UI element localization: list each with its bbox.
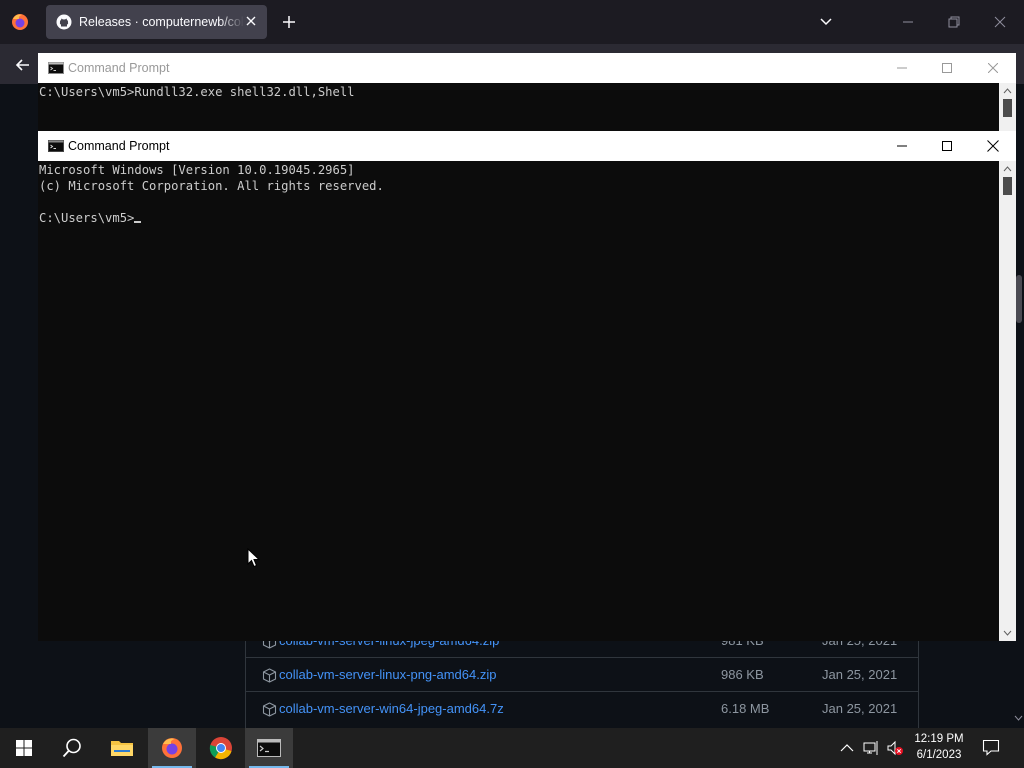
asset-size: 6.18 MB (721, 701, 770, 716)
desktop-screen: Releases · computernewb/collab-vm-server… (0, 0, 1024, 768)
window-titlebar[interactable]: Command Prompt (38, 131, 1016, 161)
tab-title: Releases · computernewb/collab-vm-server (79, 15, 244, 29)
scroll-down-icon[interactable] (1014, 714, 1023, 723)
notification-icon[interactable] (982, 738, 1000, 756)
asset-date: Jan 25, 2021 (822, 667, 898, 682)
search-button[interactable] (48, 728, 96, 768)
asset-row[interactable]: collab-vm-server-linux-png-amd64.zip 986… (246, 657, 918, 691)
chrome-taskbar-button[interactable] (197, 728, 245, 768)
asset-link[interactable]: collab-vm-server-win64-jpeg-amd64.7z (279, 701, 504, 716)
clock-time: 12:19 PM (914, 733, 964, 745)
close-button[interactable] (970, 131, 1015, 161)
window-title: Command Prompt (68, 139, 170, 153)
github-icon (56, 14, 72, 30)
search-icon (62, 738, 81, 758)
console-output[interactable]: Microsoft Windows [Version 10.0.19045.29… (38, 161, 999, 641)
close-window-icon[interactable] (992, 14, 1008, 30)
minimize-button[interactable] (879, 131, 924, 161)
minimize-icon (896, 145, 907, 147)
firefox-taskbar-button[interactable] (148, 728, 196, 768)
package-icon (262, 702, 277, 717)
page-scrollbar-thumb[interactable] (1016, 275, 1022, 323)
firefox-icon[interactable] (10, 12, 30, 32)
command-prompt-icon (257, 739, 281, 757)
minimize-icon (896, 67, 907, 69)
scroll-down-icon[interactable] (1003, 628, 1012, 637)
command-prompt-window-back[interactable]: Command Prompt C:\Users\vm5>Rundll32.exe… (38, 53, 1016, 133)
file-explorer-icon (111, 741, 133, 756)
command-prompt-taskbar-button[interactable] (245, 728, 293, 768)
text-cursor (134, 221, 142, 223)
window-title: Command Prompt (68, 61, 170, 75)
back-arrow-icon[interactable] (14, 56, 32, 74)
start-icon (16, 740, 32, 756)
firefox-icon (162, 738, 182, 758)
file-explorer-button[interactable] (98, 728, 146, 768)
console-output[interactable]: C:\Users\vm5>Rundll32.exe shell32.dll,Sh… (38, 83, 999, 133)
network-icon[interactable] (862, 739, 880, 757)
chevron-up-icon[interactable] (838, 739, 856, 757)
minimize-icon[interactable] (900, 14, 916, 30)
package-icon (262, 668, 277, 683)
tab-releases[interactable]: Releases · computernewb/collab-vm-server (46, 5, 267, 39)
console-prompt: C:\Users\vm5> (39, 211, 135, 225)
start-button[interactable] (0, 728, 48, 768)
mouse-pointer-icon (247, 548, 260, 568)
volume-muted-icon[interactable] (886, 739, 904, 757)
asset-date: Jan 25, 2021 (822, 701, 898, 716)
restore-icon[interactable] (946, 14, 962, 30)
maximize-icon (941, 63, 952, 73)
scrollbar-thumb[interactable] (1003, 99, 1012, 117)
maximize-button[interactable] (924, 131, 969, 161)
console-scrollbar[interactable] (999, 83, 1016, 133)
maximize-icon (941, 141, 952, 151)
close-tab-icon[interactable] (244, 14, 258, 28)
window-titlebar[interactable]: Command Prompt (38, 53, 1016, 83)
console-line: C:\Users\vm5>Rundll32.exe shell32.dll,Sh… (39, 85, 355, 99)
clock-date: 6/1/2023 (916, 749, 962, 761)
scroll-up-icon[interactable] (1003, 165, 1012, 174)
console-line: (c) Microsoft Corporation. All rights re… (39, 179, 384, 193)
list-all-tabs-icon[interactable] (818, 14, 834, 30)
console-scrollbar[interactable] (999, 161, 1016, 641)
scrollbar-thumb[interactable] (1003, 177, 1012, 195)
new-tab-icon[interactable] (280, 13, 298, 31)
command-prompt-icon (48, 140, 64, 152)
close-icon (987, 63, 998, 73)
close-icon (986, 140, 999, 152)
asset-size: 986 KB (721, 667, 764, 682)
minimize-button[interactable] (879, 53, 924, 83)
system-clock[interactable]: 12:19 PM 6/1/2023 (907, 731, 971, 763)
close-button[interactable] (970, 53, 1015, 83)
command-prompt-window[interactable]: Command Prompt Microsoft Windows [Versio… (38, 131, 1016, 641)
maximize-button[interactable] (924, 53, 969, 83)
scroll-up-icon[interactable] (1003, 87, 1012, 96)
asset-row[interactable]: collab-vm-server-win64-jpeg-amd64.7z 6.1… (246, 691, 918, 725)
console-line: Microsoft Windows [Version 10.0.19045.29… (39, 163, 355, 177)
asset-link[interactable]: collab-vm-server-linux-png-amd64.zip (279, 667, 496, 682)
chrome-icon (209, 737, 232, 760)
command-prompt-icon (48, 62, 64, 74)
